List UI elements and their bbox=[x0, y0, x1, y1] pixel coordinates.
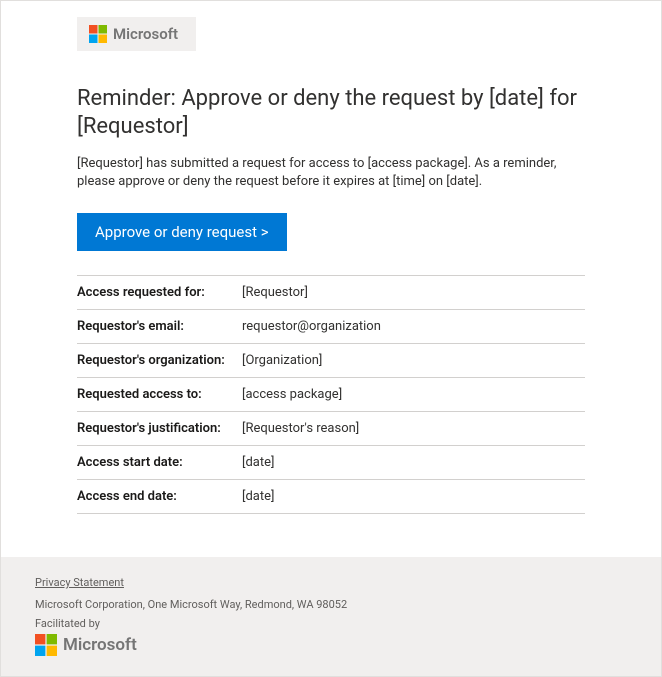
detail-value: [Requestor's reason] bbox=[242, 412, 585, 446]
email-card: Microsoft Reminder: Approve or deny the … bbox=[0, 0, 662, 677]
detail-label: Access end date: bbox=[77, 480, 242, 514]
approve-deny-button[interactable]: Approve or deny request > bbox=[77, 213, 287, 251]
footer-logo-block: Microsoft bbox=[35, 634, 137, 656]
detail-value: [Requestor] bbox=[242, 276, 585, 310]
table-row: Access requested for: [Requestor] bbox=[77, 276, 585, 310]
detail-value: [date] bbox=[242, 446, 585, 480]
description-text: [Requestor] has submitted a request for … bbox=[77, 155, 585, 191]
footer-logo-text: Microsoft bbox=[63, 635, 137, 655]
detail-label: Access start date: bbox=[77, 446, 242, 480]
detail-label: Access requested for: bbox=[77, 276, 242, 310]
page-title: Reminder: Approve or deny the request by… bbox=[77, 85, 585, 141]
footer-address: Microsoft Corporation, One Microsoft Way… bbox=[35, 598, 627, 611]
detail-value: requestor@organization bbox=[242, 310, 585, 344]
header-logo-text: Microsoft bbox=[113, 25, 178, 43]
microsoft-logo-icon bbox=[89, 25, 107, 43]
detail-label: Requestor's organization: bbox=[77, 344, 242, 378]
table-row: Access end date: [date] bbox=[77, 480, 585, 514]
detail-value: [Organization] bbox=[242, 344, 585, 378]
detail-label: Requestor's justification: bbox=[77, 412, 242, 446]
table-row: Requestor's email: requestor@organizatio… bbox=[77, 310, 585, 344]
detail-label: Requestor's email: bbox=[77, 310, 242, 344]
header-logo-block: Microsoft bbox=[77, 17, 196, 51]
email-footer: Privacy Statement Microsoft Corporation,… bbox=[1, 557, 661, 676]
detail-value: [date] bbox=[242, 480, 585, 514]
table-row: Requestor's organization: [Organization] bbox=[77, 344, 585, 378]
facilitated-by-label: Facilitated by bbox=[35, 617, 627, 630]
detail-label: Requested access to: bbox=[77, 378, 242, 412]
table-row: Access start date: [date] bbox=[77, 446, 585, 480]
details-table: Access requested for: [Requestor] Reques… bbox=[77, 275, 585, 514]
table-row: Requestor's justification: [Requestor's … bbox=[77, 412, 585, 446]
privacy-link[interactable]: Privacy Statement bbox=[35, 576, 124, 589]
email-body: Microsoft Reminder: Approve or deny the … bbox=[1, 17, 661, 514]
detail-value: [access package] bbox=[242, 378, 585, 412]
table-row: Requested access to: [access package] bbox=[77, 378, 585, 412]
microsoft-logo-icon bbox=[35, 634, 57, 656]
